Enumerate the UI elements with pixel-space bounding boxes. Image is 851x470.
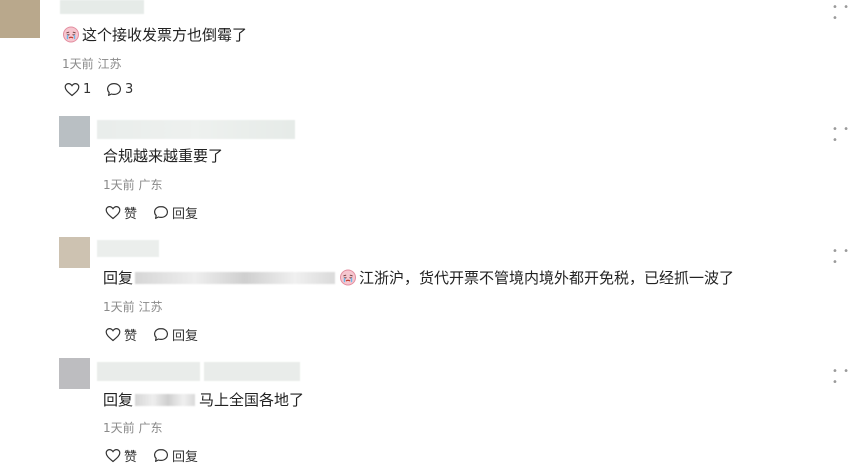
speech-bubble-outline-icon — [153, 205, 169, 220]
reply-label: 回复 — [172, 207, 199, 222]
reply-location: 广东 — [138, 421, 163, 435]
reply-time: 1天前 — [103, 178, 135, 192]
like-label: 赞 — [124, 329, 138, 344]
speech-bubble-outline-icon — [106, 82, 122, 97]
heart-outline-icon — [64, 82, 80, 97]
mentioned-user-blurred[interactable] — [135, 272, 336, 284]
reply-body: 江浙沪，货代开票不管境内境外都开免税，已经抓一波了 — [359, 269, 735, 287]
reply-meta: 1天前 广东 — [103, 177, 162, 193]
username-blurred[interactable] — [97, 362, 200, 381]
like-button[interactable]: 赞 — [105, 446, 137, 465]
like-button[interactable]: 赞 — [105, 325, 137, 344]
reply-location: 江苏 — [138, 300, 163, 314]
reply-prefix: 回复 — [103, 269, 134, 287]
reply-label: 回复 — [172, 450, 199, 465]
reply-button[interactable]: 回复 — [153, 446, 198, 465]
speech-bubble-outline-icon — [153, 448, 169, 463]
reply-meta: 1天前 江苏 — [103, 299, 162, 315]
more-options-icon[interactable]: • • • — [832, 246, 851, 268]
comment-meta: 1天前 江苏 — [62, 56, 121, 72]
more-options-icon[interactable]: • • • — [832, 2, 851, 24]
avatar[interactable] — [59, 237, 90, 268]
avatar[interactable] — [59, 358, 90, 389]
speech-bubble-outline-icon — [153, 327, 169, 342]
username-blurred[interactable] — [97, 120, 295, 139]
avatar[interactable] — [59, 116, 90, 147]
like-button[interactable]: 1 — [64, 82, 91, 97]
heart-outline-icon — [105, 327, 121, 342]
comment-text: 这个接收发票方也倒霉了 — [62, 25, 247, 48]
reply-text: 合规越来越重要了 — [103, 147, 224, 165]
reply-button[interactable]: 回复 — [153, 203, 198, 222]
more-options-icon[interactable]: • • • — [832, 366, 851, 388]
reply-time: 1天前 — [103, 421, 135, 435]
like-count: 1 — [83, 82, 92, 97]
username-blurred[interactable] — [60, 0, 144, 14]
reply-button[interactable]: 3 — [106, 82, 133, 97]
like-button[interactable]: 赞 — [105, 203, 137, 222]
heart-outline-icon — [105, 205, 121, 220]
comment-location: 江苏 — [97, 57, 122, 71]
username-blurred[interactable] — [97, 240, 159, 257]
like-label: 赞 — [124, 450, 138, 465]
comment-body: 这个接收发票方也倒霉了 — [82, 26, 248, 44]
reply-meta: 1天前 广东 — [103, 420, 162, 436]
reply-location: 广东 — [138, 178, 163, 192]
more-options-icon[interactable]: • • • — [832, 124, 851, 146]
username-blurred[interactable] — [204, 362, 300, 381]
reply-count: 3 — [125, 82, 134, 97]
reply-time: 1天前 — [103, 300, 135, 314]
reply-text: 回复 江浙沪，货代开票不管境内境外都开免税，已经抓一波了 — [103, 268, 734, 291]
reply-body: 马上全国各地了 — [199, 391, 305, 409]
reply-prefix: 回复 — [103, 391, 134, 409]
like-label: 赞 — [124, 207, 138, 222]
crying-face-emoji-icon — [62, 25, 80, 48]
avatar[interactable] — [0, 0, 40, 38]
reply-label: 回复 — [172, 329, 199, 344]
heart-outline-icon — [105, 448, 121, 463]
mentioned-user-blurred[interactable] — [135, 394, 196, 406]
reply-text: 回复 马上全国各地了 — [103, 390, 304, 410]
comment-time: 1天前 — [62, 57, 94, 71]
reply-button[interactable]: 回复 — [153, 325, 198, 344]
crying-face-emoji-icon — [339, 268, 357, 291]
